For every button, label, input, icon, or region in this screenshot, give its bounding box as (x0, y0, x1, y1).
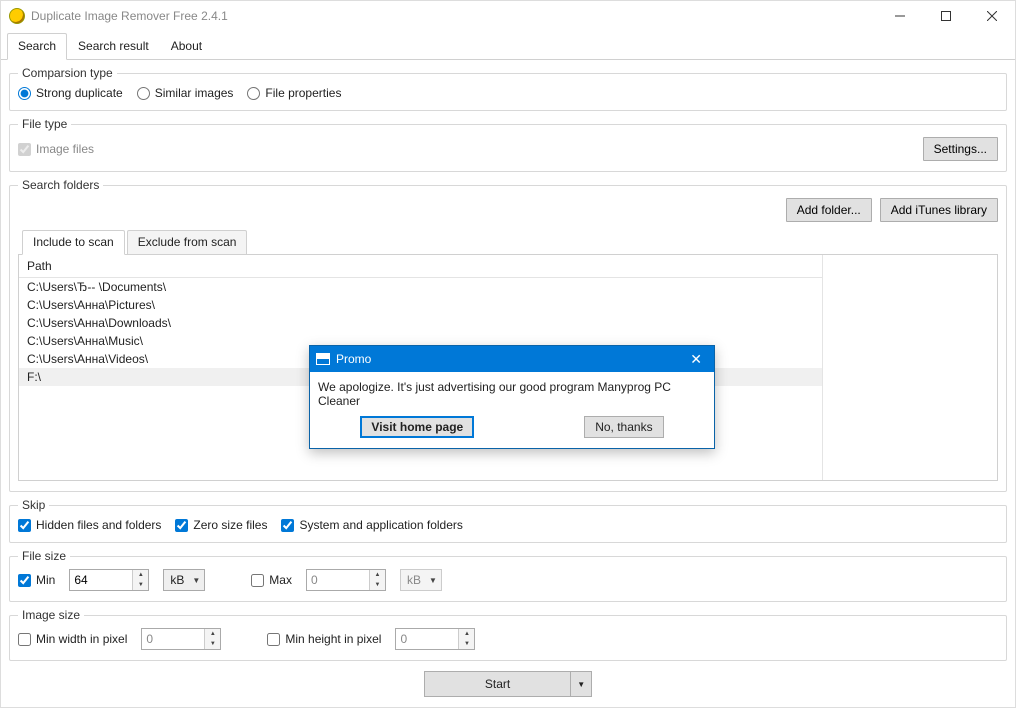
checkbox-min-height[interactable]: Min height in pixel (267, 632, 381, 646)
spin-down-icon[interactable]: ▼ (133, 580, 148, 590)
tab-include-to-scan[interactable]: Include to scan (22, 230, 125, 255)
tab-search[interactable]: Search (7, 33, 67, 60)
comparison-type-group: Comparsion type Strong duplicate Similar… (9, 66, 1007, 111)
file-size-group: File size Min ▲▼ kB▼ Max ▲▼ kB▼ (9, 549, 1007, 602)
folder-list-row[interactable]: C:\Users\Анна\Downloads\ (19, 314, 822, 332)
chevron-down-icon: ▼ (192, 576, 200, 585)
dialog-titlebar[interactable]: Promo ✕ (310, 346, 714, 372)
chevron-down-icon: ▼ (577, 680, 585, 689)
spin-up-icon[interactable]: ▲ (370, 570, 385, 580)
checkbox-system-folders[interactable]: System and application folders (281, 518, 462, 532)
dialog-close-button[interactable]: ✕ (686, 351, 706, 368)
spin-up-icon[interactable]: ▲ (459, 629, 474, 639)
app-window: Duplicate Image Remover Free 2.4.1 Searc… (0, 0, 1016, 708)
checkbox-min-width[interactable]: Min width in pixel (18, 632, 127, 646)
skip-legend: Skip (18, 498, 49, 512)
file-size-legend: File size (18, 549, 70, 563)
checkbox-zero-size[interactable]: Zero size files (175, 518, 267, 532)
title-bar: Duplicate Image Remover Free 2.4.1 (1, 1, 1015, 31)
max-size-field[interactable] (307, 570, 369, 590)
min-width-input[interactable]: ▲▼ (141, 628, 221, 650)
search-folders-legend: Search folders (18, 178, 103, 192)
dialog-icon (316, 353, 330, 365)
spin-down-icon[interactable]: ▼ (205, 639, 220, 649)
folder-list-row[interactable]: C:\Users\Ђ-- \Documents\ (19, 278, 822, 296)
max-size-unit-combo: kB ▼ (400, 569, 442, 591)
no-thanks-button[interactable]: No, thanks (584, 416, 663, 438)
checkbox-hidden-label: Hidden files and folders (36, 518, 161, 532)
checkbox-image-files: Image files (18, 142, 94, 156)
skip-group: Skip Hidden files and folders Zero size … (9, 498, 1007, 543)
add-folder-button[interactable]: Add folder... (786, 198, 872, 222)
image-size-group: Image size Min width in pixel ▲▼ Min hei… (9, 608, 1007, 661)
folder-list-row[interactable]: C:\Users\Анна\Pictures\ (19, 296, 822, 314)
spin-up-icon[interactable]: ▲ (133, 570, 148, 580)
min-size-input[interactable]: ▲▼ (69, 569, 149, 591)
radio-file-properties[interactable]: File properties (247, 86, 341, 100)
spin-down-icon[interactable]: ▼ (370, 580, 385, 590)
radio-strong-duplicate[interactable]: Strong duplicate (18, 86, 123, 100)
tab-about[interactable]: About (160, 33, 213, 60)
add-itunes-button[interactable]: Add iTunes library (880, 198, 998, 222)
promo-dialog: Promo ✕ We apologize. It's just advertis… (309, 345, 715, 449)
start-dropdown-button[interactable]: ▼ (571, 671, 592, 697)
maximize-button[interactable] (923, 1, 969, 31)
checkbox-min-size[interactable]: Min (18, 573, 55, 587)
start-button-split: Start ▼ (424, 671, 592, 697)
chevron-down-icon: ▼ (429, 576, 437, 585)
dialog-title: Promo (336, 352, 686, 366)
min-height-field[interactable] (396, 629, 458, 649)
visit-home-page-button[interactable]: Visit home page (360, 416, 474, 438)
settings-button[interactable]: Settings... (923, 137, 998, 161)
folder-subtabs: Include to scan Exclude from scan (18, 230, 998, 255)
checkbox-image-files-label: Image files (36, 142, 94, 156)
min-size-unit-combo[interactable]: kB ▼ (163, 569, 205, 591)
max-size-label: Max (269, 573, 292, 587)
min-size-label: Min (36, 573, 55, 587)
image-size-legend: Image size (18, 608, 84, 622)
checkbox-zero-label: Zero size files (193, 518, 267, 532)
min-width-label: Min width in pixel (36, 632, 127, 646)
start-button[interactable]: Start (424, 671, 571, 697)
comparison-legend: Comparsion type (18, 66, 117, 80)
minimize-button[interactable] (877, 1, 923, 31)
radio-similar-images[interactable]: Similar images (137, 86, 234, 100)
start-bar: Start ▼ (9, 667, 1007, 699)
file-type-legend: File type (18, 117, 71, 131)
min-unit-label: kB (170, 573, 184, 587)
radio-props-label: File properties (265, 86, 341, 100)
window-title: Duplicate Image Remover Free 2.4.1 (31, 9, 877, 23)
spin-down-icon[interactable]: ▼ (459, 639, 474, 649)
close-button[interactable] (969, 1, 1015, 31)
min-size-field[interactable] (70, 570, 132, 590)
checkbox-hidden-files[interactable]: Hidden files and folders (18, 518, 161, 532)
file-type-group: File type Image files Settings... (9, 117, 1007, 172)
checkbox-max-size[interactable]: Max (251, 573, 292, 587)
folder-list-side-panel (822, 255, 997, 480)
app-icon (9, 8, 25, 24)
window-controls (877, 1, 1015, 31)
min-height-label: Min height in pixel (285, 632, 381, 646)
tab-exclude-from-scan[interactable]: Exclude from scan (127, 230, 248, 255)
tab-search-result[interactable]: Search result (67, 33, 160, 60)
checkbox-system-label: System and application folders (299, 518, 462, 532)
folder-list-header-path[interactable]: Path (19, 255, 822, 278)
max-unit-label: kB (407, 573, 421, 587)
max-size-input[interactable]: ▲▼ (306, 569, 386, 591)
main-tabs: Search Search result About (1, 33, 1015, 60)
min-height-input[interactable]: ▲▼ (395, 628, 475, 650)
dialog-message: We apologize. It's just advertising our … (318, 378, 706, 416)
radio-strong-label: Strong duplicate (36, 86, 123, 100)
spin-up-icon[interactable]: ▲ (205, 629, 220, 639)
min-width-field[interactable] (142, 629, 204, 649)
radio-similar-label: Similar images (155, 86, 234, 100)
